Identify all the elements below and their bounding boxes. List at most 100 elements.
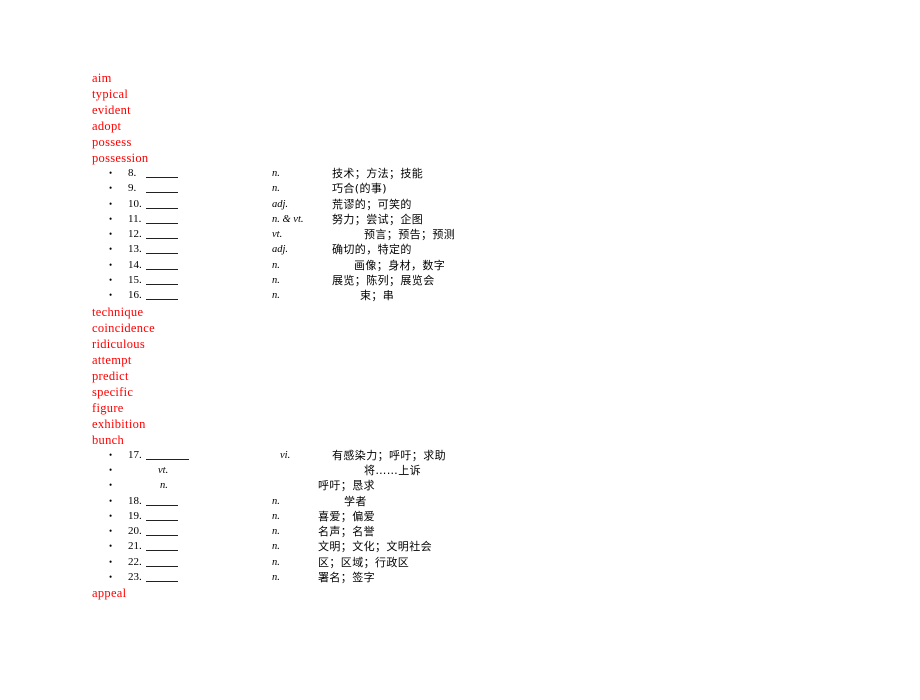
definition-list-1: • 8. n. 技术；方法；技能 • 9. n. 巧合(的事) • 10. ad… bbox=[92, 166, 872, 304]
definition-row: • 19. n. 喜爱；偏爱 bbox=[92, 509, 872, 524]
answer-blank[interactable] bbox=[146, 227, 178, 240]
definition-list-2: • 17. vi. 有感染力；呼吁；求助 • vt. 将……上诉 • n. 呼吁… bbox=[92, 448, 872, 586]
part-of-speech: vt. bbox=[272, 229, 283, 241]
part-of-speech: n. bbox=[272, 259, 280, 271]
vocabulary-word-list-1: aim typical evident adopt possess posses… bbox=[92, 70, 872, 166]
answer-blank[interactable] bbox=[146, 570, 178, 583]
part-of-speech: n. bbox=[272, 183, 280, 195]
part-of-speech: n. & vt. bbox=[272, 213, 304, 225]
vocabulary-word: predict bbox=[92, 368, 129, 383]
part-of-speech: n. bbox=[272, 526, 280, 538]
vocabulary-word-list-2: technique coincidence ridiculous attempt… bbox=[92, 304, 872, 448]
part-of-speech: n. bbox=[272, 510, 280, 522]
answer-blank[interactable] bbox=[146, 555, 178, 567]
bullet-icon: • bbox=[109, 290, 113, 301]
chinese-meaning: 荒谬的；可笑的 bbox=[332, 197, 412, 211]
answer-blank[interactable] bbox=[146, 448, 189, 460]
answer-blank[interactable] bbox=[146, 509, 178, 521]
definition-row: • n. 呼吁；恳求 bbox=[92, 478, 872, 493]
definition-row: • 22. n. 区；区域；行政区 bbox=[92, 555, 872, 570]
vocabulary-word: attempt bbox=[92, 352, 132, 367]
vocabulary-word: specific bbox=[92, 384, 134, 399]
definition-row: • 23. n. 署名；签字 bbox=[92, 570, 872, 585]
part-of-speech: n. bbox=[272, 168, 280, 179]
definition-row: • 13. adj. 确切的，特定的 bbox=[92, 242, 872, 257]
definition-row: • 14. n. 画像；身材，数字 bbox=[92, 258, 872, 273]
vocabulary-word: possess bbox=[92, 135, 132, 149]
definition-row: • 17. vi. 有感染力；呼吁；求助 bbox=[92, 448, 872, 463]
chinese-meaning: 巧合(的事) bbox=[332, 182, 387, 196]
part-of-speech: adj. bbox=[272, 244, 289, 256]
part-of-speech: n. bbox=[272, 275, 280, 287]
vocabulary-word: figure bbox=[92, 400, 124, 415]
definition-row: • 9. n. 巧合(的事) bbox=[92, 181, 872, 196]
vocabulary-word: adopt bbox=[92, 119, 122, 133]
slide-canvas: aim typical evident adopt possess posses… bbox=[0, 0, 920, 700]
part-of-speech: n. bbox=[160, 480, 168, 492]
bullet-icon: • bbox=[109, 259, 113, 270]
answer-blank[interactable] bbox=[146, 258, 178, 270]
bullet-icon: • bbox=[109, 541, 113, 552]
answer-blank[interactable] bbox=[146, 212, 178, 224]
part-of-speech: vt. bbox=[158, 464, 169, 476]
definition-row: • 16. n. 束；串 bbox=[92, 288, 872, 303]
chinese-meaning: 努力；尝试；企图 bbox=[332, 212, 424, 226]
definition-row: • vt. 将……上诉 bbox=[92, 463, 872, 478]
slide-content: aim typical evident adopt possess posses… bbox=[92, 70, 872, 601]
part-of-speech: n. bbox=[272, 495, 280, 507]
bullet-icon: • bbox=[109, 510, 113, 521]
chinese-meaning: 画像；身材，数字 bbox=[354, 258, 446, 272]
vocabulary-word: evident bbox=[92, 103, 131, 117]
answer-blank[interactable] bbox=[146, 273, 178, 286]
chinese-meaning: 展览；陈列；展览会 bbox=[332, 274, 435, 288]
vocabulary-word: aim bbox=[92, 71, 112, 85]
definition-row: • 8. n. 技术；方法；技能 bbox=[92, 166, 872, 181]
definition-row: • 11. n. & vt. 努力；尝试；企图 bbox=[92, 212, 872, 227]
bullet-icon: • bbox=[109, 168, 113, 178]
bullet-icon: • bbox=[109, 556, 113, 567]
definition-row: • 18. n. 学者 bbox=[92, 494, 872, 509]
answer-blank[interactable] bbox=[146, 539, 178, 552]
answer-blank[interactable] bbox=[146, 166, 178, 178]
chinese-meaning: 署名；签字 bbox=[318, 571, 375, 585]
chinese-meaning: 预言；预告；预测 bbox=[364, 228, 456, 242]
vocabulary-word: coincidence bbox=[92, 320, 155, 335]
bullet-icon: • bbox=[109, 183, 113, 194]
part-of-speech: vi. bbox=[280, 449, 291, 461]
definition-row: • 20. n. 名声；名誉 bbox=[92, 524, 872, 539]
bullet-icon: • bbox=[109, 198, 113, 209]
chinese-meaning: 束；串 bbox=[360, 289, 395, 303]
bullet-icon: • bbox=[109, 480, 113, 491]
vocabulary-word: bunch bbox=[92, 432, 125, 447]
bullet-icon: • bbox=[109, 495, 113, 506]
part-of-speech: n. bbox=[272, 556, 280, 568]
answer-blank[interactable] bbox=[146, 288, 178, 301]
answer-blank[interactable] bbox=[146, 181, 178, 194]
answer-blank[interactable] bbox=[146, 197, 178, 209]
bullet-icon: • bbox=[109, 213, 113, 224]
answer-blank[interactable] bbox=[146, 242, 178, 255]
chinese-meaning: 呼吁；恳求 bbox=[318, 479, 375, 493]
vocabulary-word: ridiculous bbox=[92, 336, 145, 351]
bullet-icon: • bbox=[109, 449, 113, 460]
chinese-meaning: 有感染力；呼吁；求助 bbox=[332, 448, 446, 462]
answer-blank[interactable] bbox=[146, 494, 178, 506]
chinese-meaning: 区；区域；行政区 bbox=[318, 555, 410, 569]
vocabulary-word: possession bbox=[92, 151, 149, 165]
bullet-icon: • bbox=[109, 572, 113, 583]
part-of-speech: n. bbox=[272, 541, 280, 553]
answer-blank[interactable] bbox=[146, 524, 178, 537]
vocabulary-word: exhibition bbox=[92, 416, 146, 431]
chinese-meaning: 确切的，特定的 bbox=[332, 243, 412, 257]
vocabulary-word: typical bbox=[92, 87, 129, 101]
chinese-meaning: 名声；名誉 bbox=[318, 525, 375, 539]
vocabulary-word: technique bbox=[92, 304, 144, 319]
part-of-speech: n. bbox=[272, 290, 280, 302]
definition-row: • 21. n. 文明；文化；文明社会 bbox=[92, 539, 872, 554]
definition-row: • 15. n. 展览；陈列；展览会 bbox=[92, 273, 872, 288]
vocabulary-word-list-3: appeal bbox=[92, 585, 872, 601]
part-of-speech: n. bbox=[272, 572, 280, 584]
bullet-icon: • bbox=[109, 464, 113, 475]
vocabulary-word: appeal bbox=[92, 586, 127, 601]
chinese-meaning: 文明；文化；文明社会 bbox=[318, 540, 432, 554]
